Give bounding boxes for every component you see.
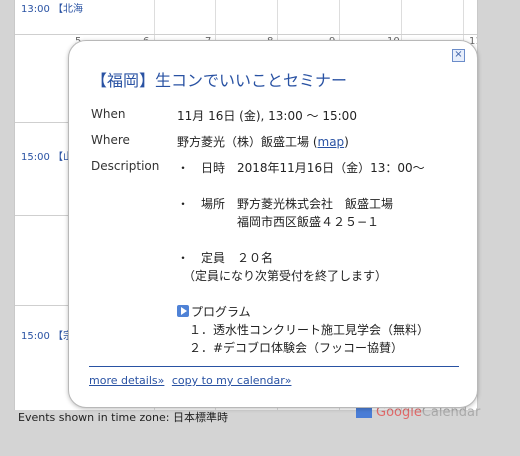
close-icon[interactable]: × — [452, 49, 465, 62]
calendar-event[interactable]: 15:00 【宗 — [21, 327, 73, 342]
timezone-notice: Events shown in time zone: 日本標準時 — [18, 411, 228, 424]
event-title: 【福岡】生コンでいいことセミナー — [91, 71, 348, 90]
description-line: ・ 日時 2018年11月16日（金）13：00～ — [177, 161, 425, 175]
when-value: 11月 16日 (金), 13:00 ～ 15:00 — [177, 109, 357, 123]
copy-to-calendar-link[interactable]: copy to my calendar» — [172, 374, 292, 387]
description-line: 福岡市西区飯盛４２５−１ — [177, 215, 380, 229]
description-line: ・ 定員 ２０名 — [177, 251, 274, 265]
description-label: Description — [91, 159, 160, 173]
more-details-link[interactable]: more details» — [89, 374, 164, 387]
event-popup: × 【福岡】生コンでいいことセミナー When 11月 16日 (金), 13:… — [68, 40, 478, 408]
play-icon — [177, 305, 189, 317]
calendar-event[interactable]: 15:00 【山 — [21, 148, 73, 163]
grid-line — [15, 34, 477, 35]
description-text[interactable]: ・ 日時 2018年11月16日（金）13：00～ ・ 場所 野方菱光株式会社 … — [177, 159, 457, 353]
divider — [89, 366, 459, 367]
description-line: ・ 場所 野方菱光株式会社 飯盛工場 — [177, 197, 394, 211]
description-line: １．透水性コンクリート施工見学会（無料） — [177, 323, 430, 337]
where-label: Where — [91, 133, 130, 147]
description-line: （定員になり次第受付を終了します） — [177, 269, 388, 283]
where-value: 野方菱光（株）飯盛工場 (map) — [177, 135, 349, 149]
when-label: When — [91, 107, 126, 121]
popup-links: more details» copy to my calendar» — [89, 374, 295, 387]
description-line: ２．#デコブロ体験会（フッコー協賛） — [177, 341, 404, 353]
calendar-event[interactable]: 13:00 【北海 — [21, 0, 83, 15]
map-link[interactable]: map — [318, 135, 345, 149]
description-line: プログラム — [177, 303, 457, 321]
